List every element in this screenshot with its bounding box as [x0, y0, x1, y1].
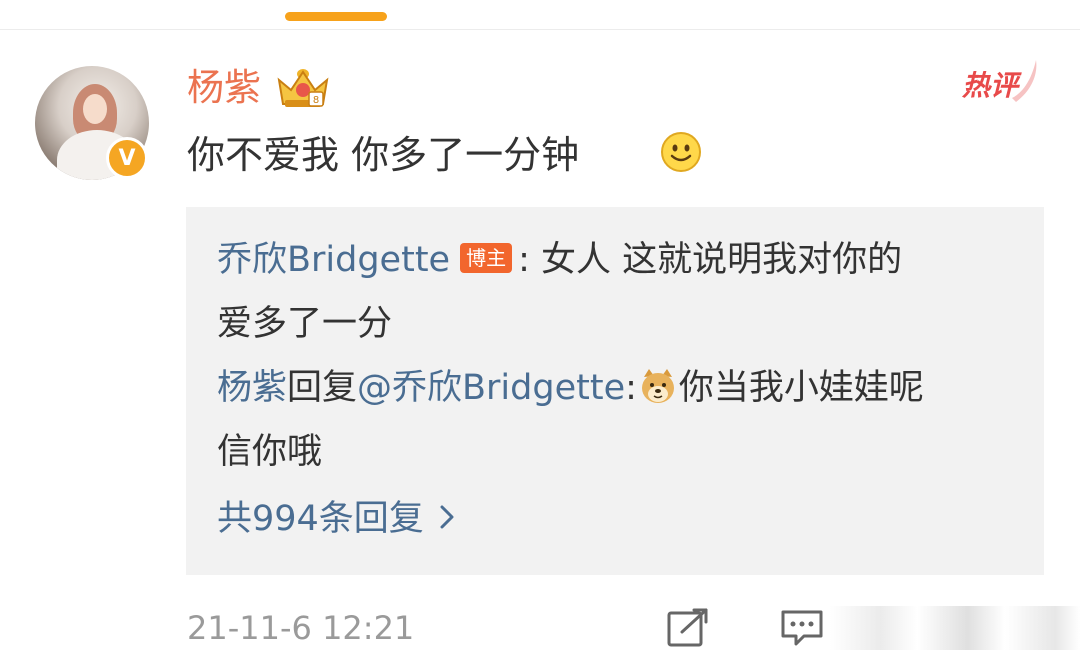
- reply-colon: :: [625, 368, 637, 408]
- reply-word: 回复: [287, 368, 358, 408]
- blurred-action-area: [830, 606, 1080, 650]
- hot-wing-decoration: [1012, 60, 1037, 102]
- svg-text:8: 8: [313, 95, 319, 106]
- reply-text: : 女人 这就说明我对你的: [518, 240, 903, 280]
- comment-text: 你不爱我 你多了一分钟: [187, 133, 580, 177]
- reply-text: 你当我小娃娃呢: [678, 368, 924, 408]
- verified-v-icon: V: [106, 137, 148, 179]
- avatar-face: [83, 94, 107, 124]
- more-replies-link[interactable]: 共994条回复: [217, 494, 456, 544]
- smile-icon: [661, 132, 701, 172]
- top-divider: [0, 29, 1080, 30]
- reply-first-line1: 乔欣Bridgette 博主: 女人 这就说明我对你的: [217, 235, 902, 285]
- tab-indicator: [285, 12, 387, 21]
- reply-author-link[interactable]: 乔欣Bridgette: [217, 240, 450, 280]
- timestamp: 21-11-6 12:21: [187, 609, 415, 647]
- crown-icon: 8: [277, 69, 329, 107]
- reply-first-line2: 爱多了一分: [217, 304, 393, 344]
- doge-icon: [641, 369, 674, 403]
- blogger-tag: 博主: [460, 243, 513, 273]
- reply-second-line1: 杨紫回复@乔欣Bridgette: 你当我小娃娃呢: [217, 363, 924, 413]
- share-icon[interactable]: [666, 608, 710, 648]
- reply-author-link[interactable]: 杨紫: [217, 368, 287, 408]
- verified-badge-label: V: [118, 145, 136, 171]
- comment-icon[interactable]: [780, 608, 824, 648]
- comment-page: V 杨紫 8 热评 你不爱我 你多了一分钟 乔欣Bridgette 博主: 女人 …: [0, 0, 1080, 653]
- reply-box[interactable]: 乔欣Bridgette 博主: 女人 这就说明我对你的 爱多了一分 杨紫回复@乔欣…: [186, 207, 1044, 575]
- username[interactable]: 杨紫: [187, 62, 261, 114]
- reply-second-line2: 信你哦: [217, 432, 323, 472]
- chevron-right-icon: [440, 505, 454, 529]
- mention-link[interactable]: @乔欣Bridgette: [357, 368, 625, 408]
- more-replies-label: 共994条回复: [217, 499, 424, 539]
